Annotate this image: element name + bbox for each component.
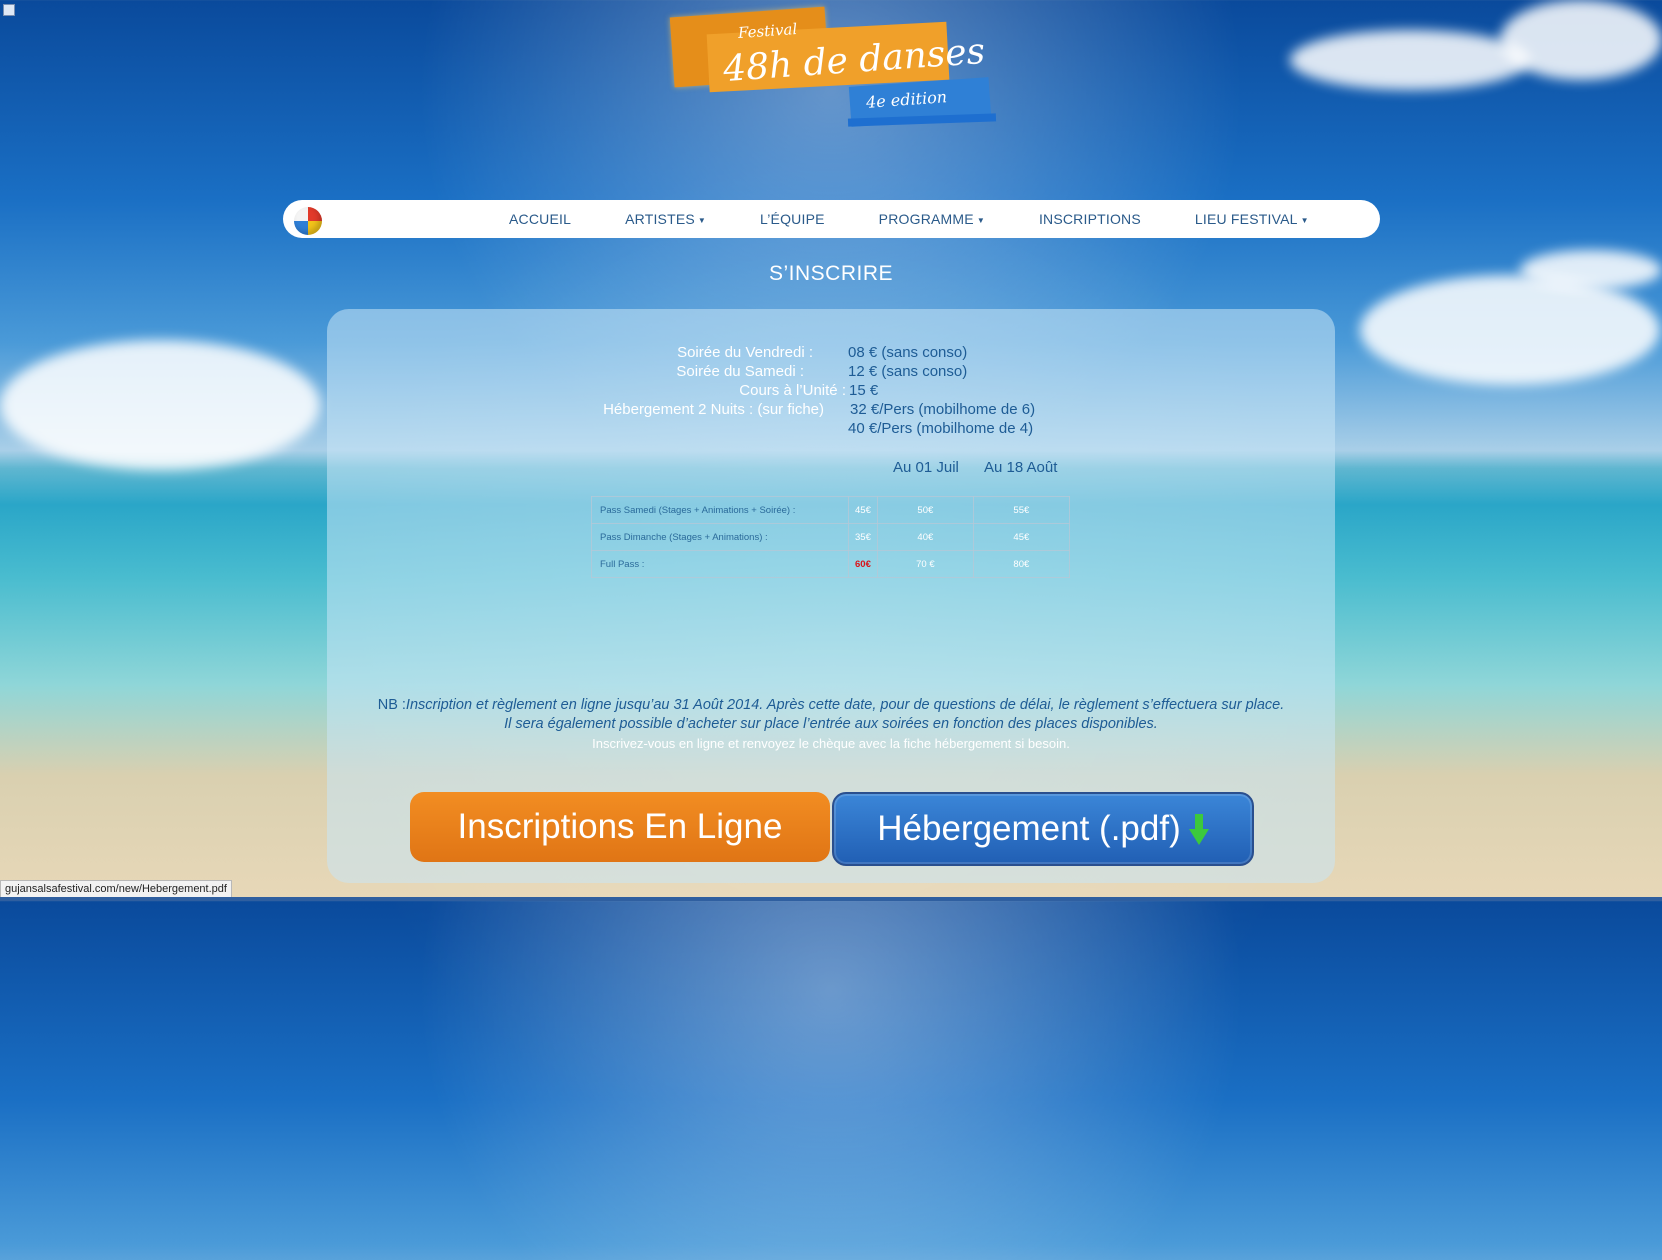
- table-row: Pass Dimanche (Stages + Animations) : 35…: [591, 523, 1070, 551]
- nav-item-equipe[interactable]: L’ÉQUIPE: [760, 211, 825, 227]
- price-value: 15 €: [849, 382, 879, 399]
- nav-item-label: INSCRIPTIONS: [1038, 211, 1141, 227]
- nav-item-accueil[interactable]: ACCUEIL: [509, 211, 571, 227]
- price-label: Cours à l’Unité :: [739, 382, 846, 399]
- price-label: Soirée du Samedi :: [676, 363, 804, 380]
- price-value: 40 €/Pers (mobilhome de 4): [848, 420, 1034, 437]
- table-row: Full Pass : 60€ 70 € 80€: [591, 550, 1070, 578]
- pass-price: 55€: [972, 496, 1070, 524]
- festival-logo[interactable]: Festival 48h de danses 4e edition: [628, 6, 1008, 135]
- pass-price: 60€: [848, 550, 878, 578]
- notice-text: NB :Inscription et règlement en ligne ju…: [356, 696, 1306, 753]
- nav-item-label: ARTISTES: [625, 211, 695, 227]
- caret-down-icon: ▼: [697, 215, 707, 225]
- nav-item-label: LIEU FESTIVAL: [1194, 211, 1298, 227]
- window-bottom-border: [0, 897, 1662, 901]
- table-row: Pass Samedi (Stages + Animations + Soiré…: [591, 496, 1070, 524]
- caret-down-icon: ▼: [1300, 215, 1309, 225]
- column-header-early: Au 01 Juil: [893, 459, 959, 476]
- nav-item-lieu-festival[interactable]: LIEU FESTIVAL ▼: [1195, 211, 1309, 227]
- pass-price-table: Pass Samedi (Stages + Animations + Soiré…: [591, 496, 1070, 578]
- page-title: S’INSCRIRE: [768, 262, 894, 285]
- column-header-late: Au 18 Août: [984, 459, 1058, 476]
- notice-line-1: NB :Inscription et règlement en ligne ju…: [356, 696, 1306, 715]
- pass-label: Pass Samedi (Stages + Animations + Soiré…: [591, 496, 849, 524]
- price-value: 12 € (sans conso): [848, 363, 968, 380]
- beach-ball-icon[interactable]: [294, 207, 322, 235]
- pass-price: 40€: [876, 523, 974, 551]
- notice-deadline: Inscription et règlement en ligne jusqu’…: [405, 697, 1285, 713]
- nav-item-artistes[interactable]: ARTISTES ▼: [625, 211, 706, 227]
- pass-price: 80€: [972, 550, 1070, 578]
- nav-item-label: L’ÉQUIPE: [760, 211, 825, 227]
- download-arrow-icon: [1188, 814, 1209, 845]
- pass-label: Pass Dimanche (Stages + Animations) :: [591, 523, 849, 551]
- pass-price: 35€: [848, 523, 878, 551]
- main-navbar: ACCUEIL ARTISTES ▼ L’ÉQUIPE PROGRAMME ▼ IN…: [283, 200, 1380, 238]
- pass-price: 50€: [876, 496, 974, 524]
- price-label: Hébergement 2 Nuits : (sur fiche): [603, 401, 824, 418]
- nav-item-programme[interactable]: PROGRAMME ▼: [879, 211, 985, 227]
- pass-label: Full Pass :: [591, 550, 849, 578]
- housing-pdf-button[interactable]: Hébergement (.pdf): [832, 792, 1254, 866]
- cloud-decoration: [1360, 275, 1660, 385]
- cloud-decoration: [0, 340, 320, 470]
- nav-item-inscriptions[interactable]: INSCRIPTIONS: [1039, 211, 1141, 227]
- housing-pdf-label: Hébergement (.pdf): [877, 809, 1181, 848]
- notice-prefix: NB :: [377, 697, 406, 713]
- page-favicon-icon: [3, 4, 15, 16]
- price-value: 08 € (sans conso): [848, 344, 968, 361]
- price-value: 32 €/Pers (mobilhome de 6): [850, 401, 1036, 418]
- pass-price: 45€: [972, 523, 1070, 551]
- nav-item-label: PROGRAMME: [878, 211, 974, 227]
- online-registration-label: Inscriptions En Ligne: [457, 807, 783, 846]
- caret-down-icon: ▼: [976, 215, 985, 225]
- cloud-decoration: [1290, 30, 1530, 90]
- nav-item-label: ACCUEIL: [509, 211, 572, 227]
- cloud-decoration: [1500, 0, 1662, 80]
- notice-line-3: Inscrivez-vous en ligne et renvoyez le c…: [592, 736, 1070, 751]
- online-registration-button[interactable]: Inscriptions En Ligne: [410, 792, 830, 862]
- notice-line-2: Il sera également possible d’acheter sur…: [504, 716, 1158, 732]
- pass-price: 70 €: [876, 550, 974, 578]
- pass-price: 45€: [848, 496, 878, 524]
- nav-menu: ACCUEIL ARTISTES ▼ L’ÉQUIPE PROGRAMME ▼ IN…: [509, 200, 1363, 238]
- price-label: Soirée du Vendredi :: [677, 344, 813, 361]
